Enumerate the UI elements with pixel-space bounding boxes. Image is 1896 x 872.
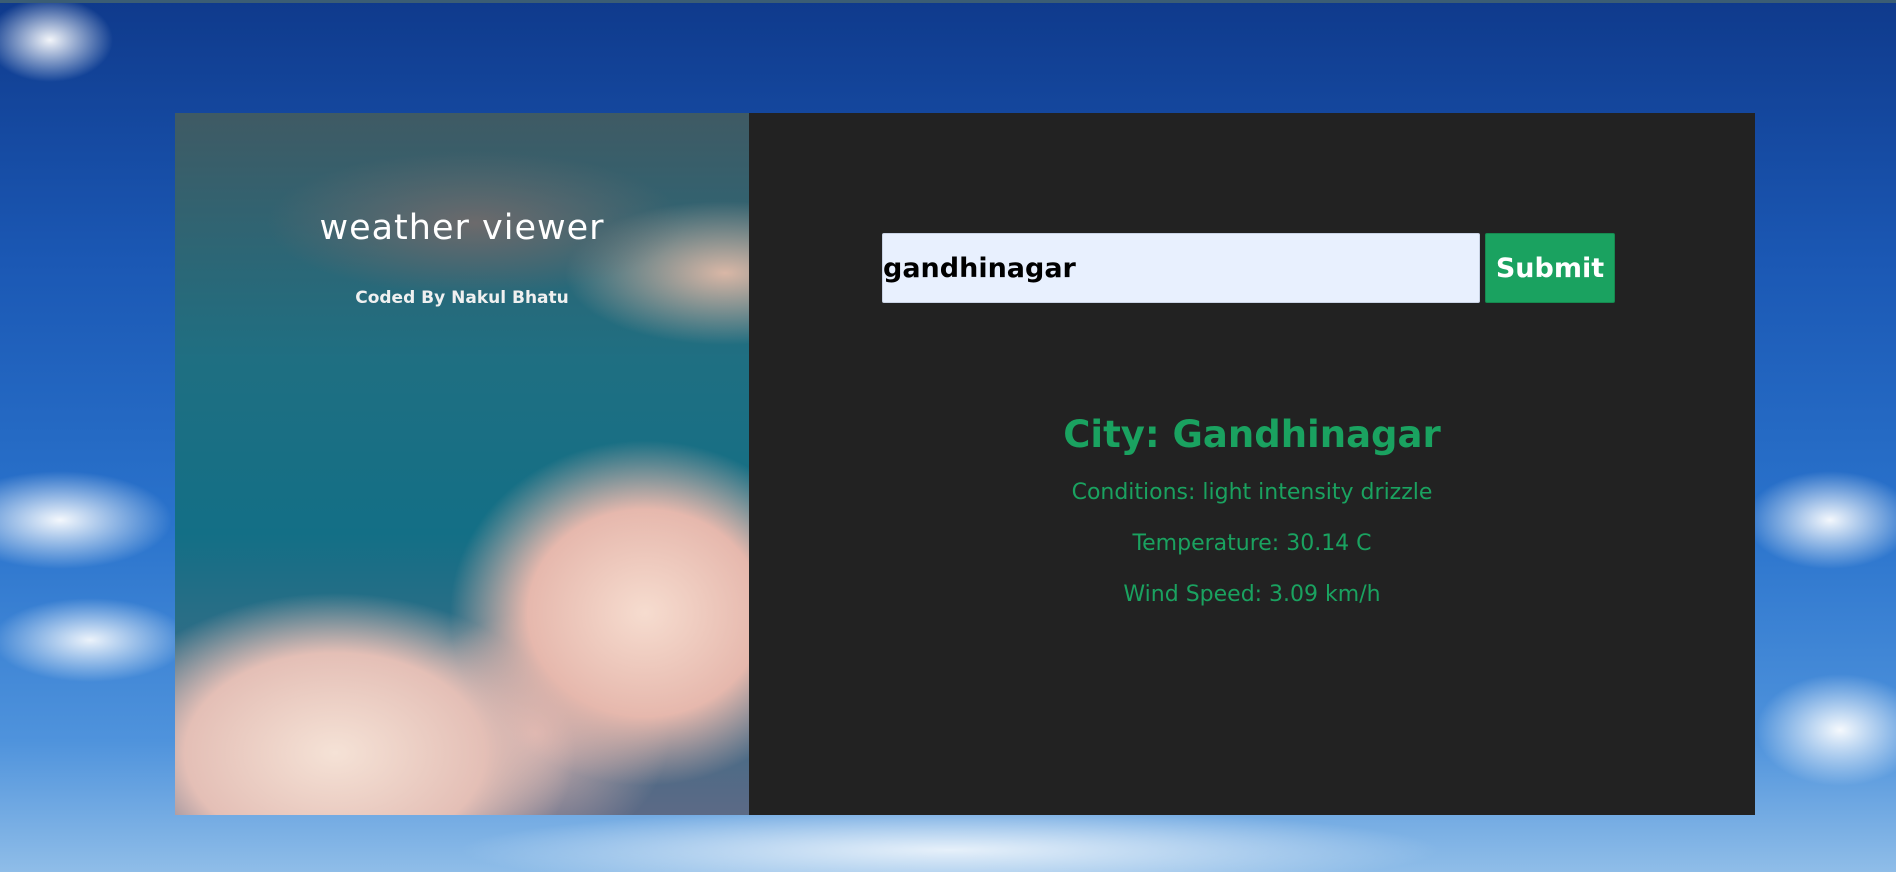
- wind-speed-text: Wind Speed: 3.09 km/h: [1123, 582, 1381, 607]
- submit-button[interactable]: Submit: [1485, 233, 1615, 303]
- temperature-text: Temperature: 30.14 C: [1132, 531, 1372, 556]
- app-title: weather viewer: [319, 208, 605, 248]
- city-input[interactable]: [882, 233, 1480, 303]
- weather-panel: Submit City: Gandhinagar Conditions: lig…: [749, 113, 1755, 815]
- top-border: [0, 0, 1896, 3]
- city-heading: City: Gandhinagar: [1063, 413, 1441, 456]
- weather-card: weather viewer Coded By Nakul Bhatu Subm…: [175, 113, 1755, 815]
- weather-results: City: Gandhinagar Conditions: light inte…: [749, 413, 1755, 607]
- app-credit: Coded By Nakul Bhatu: [355, 288, 569, 308]
- search-form: Submit: [882, 233, 1615, 303]
- hero-image-panel: weather viewer Coded By Nakul Bhatu: [175, 113, 749, 815]
- conditions-text: Conditions: light intensity drizzle: [1071, 480, 1433, 505]
